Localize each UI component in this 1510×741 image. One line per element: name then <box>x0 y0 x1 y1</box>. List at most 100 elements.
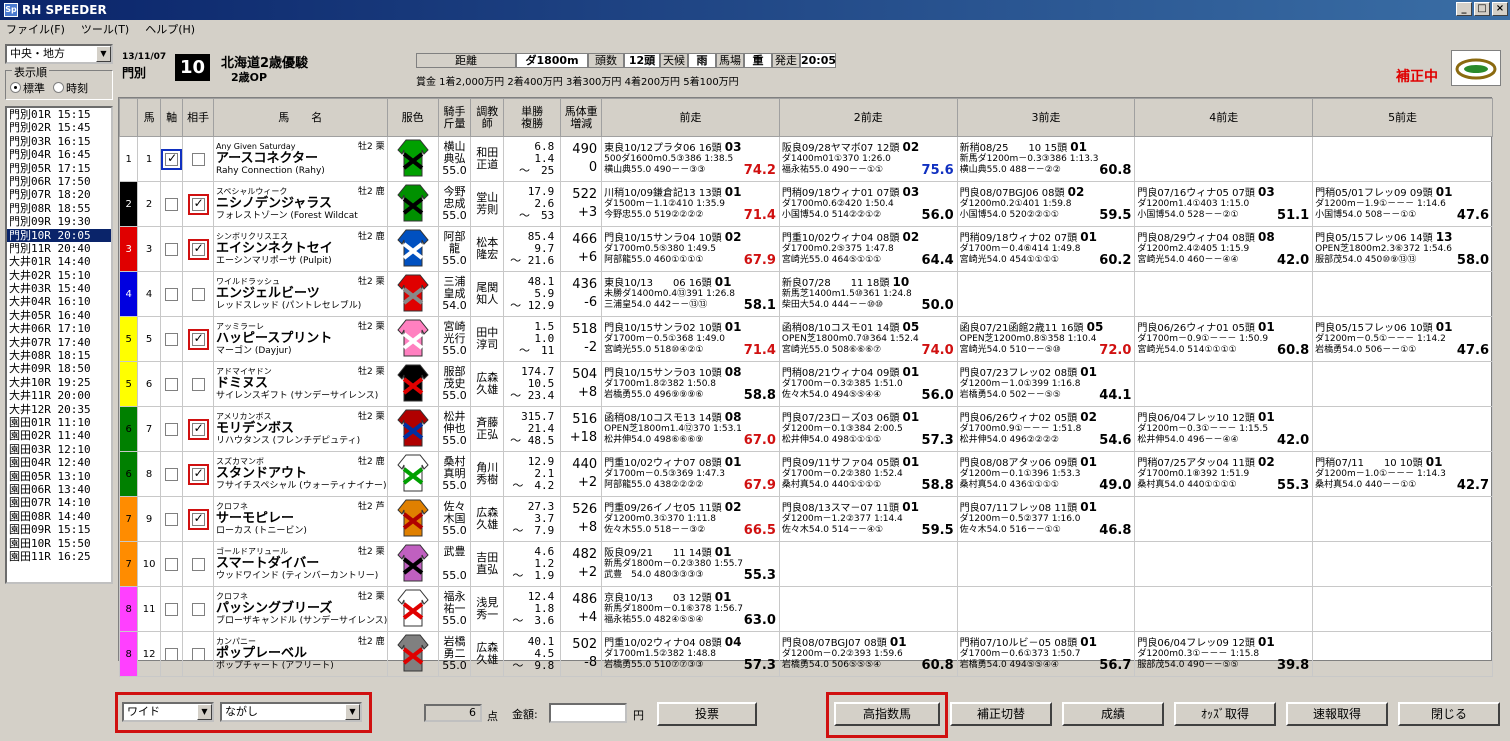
axis-cell[interactable] <box>159 631 184 677</box>
column-header[interactable]: 軸 <box>159 98 184 137</box>
prev-race-cell[interactable]: 門良07/16ウィナ05 07頭 03 ダ1200m1.4①403 1:15.0 小… <box>1134 181 1314 227</box>
axis-cell[interactable] <box>159 361 184 407</box>
horse-name[interactable]: ポップレーベル <box>216 647 386 660</box>
prev-race-cell[interactable]: 門重10/02ウィナ07 08頭 01 ダ1700m－0.5③369 1:47.3… <box>601 451 780 497</box>
table-row[interactable]: 67 アメリカンボス 牡2 栗モリデンボスリハウタンス (フレンチデピュティ) 松井 … <box>118 406 1493 452</box>
axis-checkbox[interactable] <box>165 512 179 526</box>
order-standard-radio[interactable]: 標準 <box>10 80 45 96</box>
axis-cell[interactable] <box>159 181 184 227</box>
prev-race-cell[interactable]: 門良05/15フレッ06 10頭 01 ダ1200m－0.5①－－－ 1:14.2… <box>1312 316 1493 362</box>
column-header[interactable]: 騎手 斤量 <box>437 98 472 137</box>
horse-name-cell[interactable]: シンボリクリスエス 牡2 鹿エイシンネクトセイ エーシンマリポーサ (Pulpit) <box>212 226 388 272</box>
race-list-item[interactable]: 門別03R 16:15 <box>7 135 111 148</box>
prev-race-cell[interactable]: 門重09/26イノセ05 11頭 02 ダ1200m0.3①370 1:11.8 佐… <box>601 496 780 542</box>
amount-input[interactable] <box>549 703 627 723</box>
prev-race-cell[interactable]: 阪良09/28ヤマボ07 12頭 02 ダ1400m01①370 1:26.0 福永… <box>778 136 958 182</box>
race-list-item[interactable]: 門別09R 19:30 <box>7 215 111 228</box>
horse-name[interactable]: スマートダイバー <box>216 557 386 570</box>
axis-checkbox[interactable] <box>165 197 179 211</box>
prev-race-cell[interactable]: 東良10/12プラタ06 16頭 03 500ダ1600m0.5③386 1:38… <box>601 136 780 182</box>
column-header[interactable]: 調教 師 <box>470 98 505 137</box>
prev-race-cell[interactable]: 門良08/07BGJ06 08頭 02 ダ1200m0.2①401 1:59.8 小… <box>956 181 1136 227</box>
partner-checkbox[interactable] <box>191 152 205 166</box>
partner-checkbox[interactable] <box>191 511 205 526</box>
prev-race-cell[interactable]: 函良07/21函館2歳11 16頭 05 OPEN芝1200m0.8⑤358 1:… <box>956 316 1136 362</box>
race-list-item[interactable]: 門別06R 17:50 <box>7 175 111 188</box>
axis-checkbox[interactable] <box>165 647 179 661</box>
race-list-item[interactable]: 門別04R 16:45 <box>7 148 111 161</box>
partner-checkbox[interactable] <box>191 557 205 571</box>
race-list-item[interactable]: 大井10R 19:25 <box>7 376 111 389</box>
correction-toggle-button[interactable]: 補正切替 <box>950 702 1052 726</box>
prev-race-cell[interactable]: 門稍07/25アタッ04 11頭 02 ダ1700m0.1⑧392 1:51.9 桑… <box>1134 451 1314 497</box>
axis-checkbox[interactable] <box>165 287 179 301</box>
prev-race-cell[interactable]: 門良08/08アタッ06 09頭 01 ダ1200m－0.1①396 1:53.3… <box>956 451 1136 497</box>
table-row[interactable]: 33 シンボリクリスエス 牡2 鹿エイシンネクトセイエーシンマリポーサ (Pulpi… <box>118 226 1493 272</box>
race-list-item[interactable]: 大井08R 18:15 <box>7 349 111 362</box>
partner-cell[interactable] <box>182 136 214 182</box>
race-list-item[interactable]: 園田10R 15:50 <box>7 537 111 550</box>
race-list-item[interactable]: 大井09R 18:50 <box>7 362 111 375</box>
horse-name[interactable]: ドミヌス <box>216 377 386 390</box>
race-list-item[interactable]: 大井07R 17:40 <box>7 336 111 349</box>
race-list-item[interactable]: 門別07R 18:20 <box>7 188 111 201</box>
axis-checkbox[interactable] <box>165 332 179 346</box>
column-header[interactable]: 前走 <box>601 98 780 137</box>
prev-race-cell[interactable]: 阪良09/21 11 14頭 01 新馬ダ1800m－0.2③380 1:55.7… <box>601 541 780 587</box>
column-header[interactable]: 5前走 <box>1312 98 1493 137</box>
horse-name[interactable]: サーモピレー <box>216 512 386 525</box>
prev-race-cell[interactable]: 門良08/29ウィナ04 08頭 08 ダ1200m2.4②405 1:15.9 宮… <box>1134 226 1314 272</box>
partner-checkbox[interactable] <box>191 196 205 211</box>
axis-cell[interactable] <box>159 226 184 272</box>
high-index-button[interactable]: 高指数馬 <box>834 702 940 726</box>
horse-name-cell[interactable]: アメリカンボス 牡2 栗モリデンボス リハウタンス (フレンチデピュティ) <box>212 406 388 452</box>
axis-cell[interactable] <box>159 316 184 362</box>
column-header[interactable]: 3前走 <box>956 98 1136 137</box>
axis-cell[interactable] <box>159 586 184 632</box>
prev-race-cell[interactable]: 門良10/15サンラ02 10頭 01 ダ1700m－0.5①368 1:49.0… <box>601 316 780 362</box>
odds-fetch-button[interactable]: ｵｯｽﾞ取得 <box>1174 702 1276 726</box>
partner-cell[interactable] <box>182 226 214 272</box>
prev-race-cell[interactable]: 門稍07/10ルビ－05 08頭 01 ダ1700m－0.6①373 1:50.7… <box>956 631 1136 677</box>
partner-checkbox[interactable] <box>191 241 205 256</box>
partner-cell[interactable] <box>182 271 214 317</box>
race-list-item[interactable]: 園田04R 12:40 <box>7 456 111 469</box>
race-list-item[interactable]: 園田05R 13:10 <box>7 470 111 483</box>
horse-name[interactable]: アースコネクター <box>216 152 386 165</box>
horse-name[interactable]: スタンドアウト <box>216 467 386 480</box>
prev-race-cell[interactable]: 門良07/23フレッ02 08頭 01 ダ1200m－1.0①399 1:16.8… <box>956 361 1136 407</box>
order-time-radio[interactable]: 時刻 <box>53 80 88 96</box>
axis-checkbox[interactable] <box>165 602 179 616</box>
column-header[interactable]: 馬 名 <box>212 98 388 137</box>
prev-race-cell[interactable]: 門稍09/18ウィナ02 07頭 01 ダ1700m－0.4⑥414 1:49.8… <box>956 226 1136 272</box>
close-button[interactable]: 閉じる <box>1398 702 1500 726</box>
partner-cell[interactable] <box>182 361 214 407</box>
horse-name-cell[interactable]: スズカマンボ 牡2 鹿スタンドアウト フサイチスペシャル (ウォーティナイナー) <box>212 451 388 497</box>
partner-cell[interactable] <box>182 496 214 542</box>
horse-name-cell[interactable]: ゴールドアリュール 牡2 栗スマートダイバー ウッドワインド (ティンバーカントリー… <box>212 541 388 587</box>
table-row[interactable]: 5 6 アドマイヤドン 牡2 栗ドミヌス サイレンスギフト (サンデーサイレンス) 服部 … <box>118 361 1493 407</box>
partner-cell[interactable] <box>182 181 214 227</box>
table-row[interactable]: 11 Any Given Saturday 牡2 栗アースコネクターRahy Con… <box>118 136 1493 182</box>
table-row[interactable]: 79 クロフネ 牡2 芦サーモピレーローカス (トニービン) 佐々 木国 55.0広森… <box>118 496 1493 542</box>
prev-race-cell[interactable]: 門良10/15サンラ03 10頭 08 ダ1700m1.8②382 1:50.8 岩… <box>601 361 780 407</box>
partner-cell[interactable] <box>182 586 214 632</box>
column-header[interactable]: 馬体重 増減 <box>560 98 603 137</box>
partner-cell[interactable] <box>182 451 214 497</box>
chevron-down-icon[interactable]: ▼ <box>345 704 360 720</box>
horse-name[interactable]: ハッピースプリント <box>216 332 386 345</box>
prev-race-cell[interactable]: 京良10/13 03 12頭 01 新馬ダ1800m－0.1⑥378 1:56.7… <box>601 586 780 632</box>
column-header[interactable]: 服色 <box>386 98 439 137</box>
axis-checkbox[interactable] <box>165 467 179 481</box>
vote-button[interactable]: 投票 <box>657 702 757 726</box>
prev-race-cell[interactable]: 門稍07/11 10 10頭 01 ダ1200m－1.0①－－－ 1:14.3 桑村… <box>1312 451 1493 497</box>
prev-race-cell[interactable]: 門良10/15サンラ04 10頭 02 ダ1700m0.5⑤380 1:49.5 阿… <box>601 226 780 272</box>
prev-race-cell[interactable]: 門良08/07BGJ07 08頭 01 ダ1200m－0.2②393 1:59.6… <box>778 631 958 677</box>
race-list-item[interactable]: 大井11R 20:00 <box>7 389 111 402</box>
race-list-item[interactable]: 園田08R 14:40 <box>7 510 111 523</box>
race-list-item[interactable]: 大井01R 14:40 <box>7 255 111 268</box>
table-row[interactable]: 4 4 ワイルドラッシュ 牡2 栗エンジェルビーツ レッドスレッド (パントレセレブル)… <box>118 271 1493 317</box>
prev-race-cell[interactable]: 門稍09/18ウィナ01 07頭 03 ダ1700m0.6②420 1:50.4 小… <box>778 181 958 227</box>
race-list-item[interactable]: 園田02R 11:40 <box>7 429 111 442</box>
prev-race-cell[interactable]: 門良06/04フレッ09 12頭 01 ダ1200m0.3①－－－ 1:15.8 服… <box>1134 631 1314 677</box>
